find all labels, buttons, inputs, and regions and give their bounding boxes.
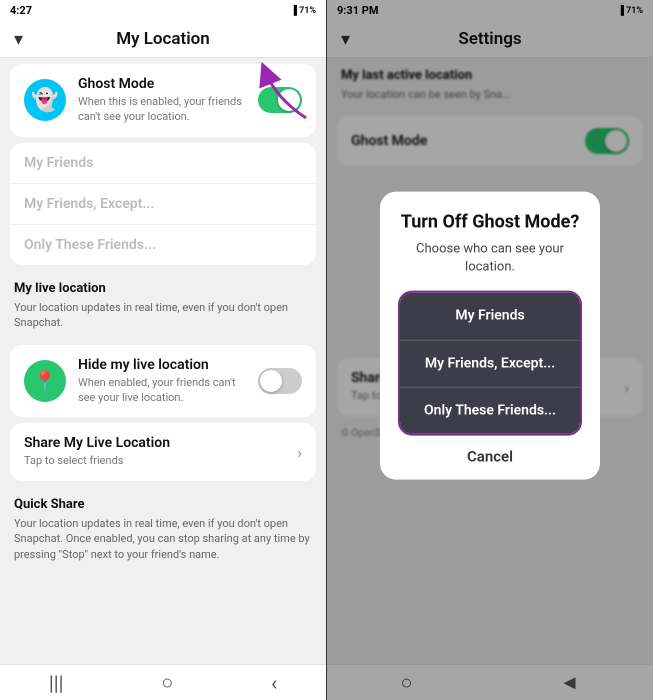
- quick-share-section: Quick Share Your location updates in rea…: [0, 487, 326, 570]
- ghost-mode-item[interactable]: 👻 Ghost Mode When this is enabled, your …: [10, 64, 316, 137]
- left-nav-bar: ▾ My Location: [0, 21, 326, 58]
- ghost-mode-modal: Turn Off Ghost Mode? Choose who can see …: [380, 192, 600, 480]
- modal-option-my-friends[interactable]: My Friends: [400, 293, 580, 340]
- left-back-icon[interactable]: ▾: [14, 29, 23, 50]
- home-nav-icon[interactable]: |||: [49, 671, 64, 695]
- friends-option-1[interactable]: My Friends: [10, 143, 316, 184]
- live-location-label: My live location: [0, 271, 326, 300]
- left-status-bar: 4:27 ▐ 71%: [0, 0, 326, 21]
- battery-icon: ▐ 71%: [290, 5, 316, 16]
- location-pin-icon: 📍: [33, 369, 58, 393]
- modal-title: Turn Off Ghost Mode?: [398, 212, 582, 233]
- share-live-card: Share My Live Location Tap to select fri…: [10, 423, 316, 480]
- left-page-title: My Location: [116, 29, 210, 49]
- friends-option-1-label: My Friends: [24, 155, 302, 171]
- share-live-text-block: Share My Live Location Tap to select fri…: [24, 435, 285, 468]
- friends-option-3-text: Only These Friends...: [24, 237, 302, 253]
- hide-live-title: Hide my live location: [78, 357, 246, 373]
- ghost-subtitle: When this is enabled, your friends can't…: [78, 94, 246, 125]
- friends-option-2[interactable]: My Friends, Except...: [10, 184, 316, 225]
- friends-option-3[interactable]: Only These Friends...: [10, 225, 316, 265]
- modal-options-list: My Friends My Friends, Except... Only Th…: [398, 291, 582, 436]
- share-live-item[interactable]: Share My Live Location Tap to select fri…: [10, 423, 316, 480]
- left-time: 4:27: [10, 4, 32, 17]
- friends-option-2-label: My Friends, Except...: [24, 196, 302, 212]
- share-live-title: Share My Live Location: [24, 435, 285, 451]
- friends-option-3-label: Only These Friends...: [24, 237, 302, 253]
- ghost-icon-wrap: 👻: [24, 79, 66, 121]
- quick-share-label: Quick Share: [0, 487, 326, 516]
- ghost-toggle[interactable]: [258, 87, 302, 113]
- hide-live-icon-wrap: 📍: [24, 360, 66, 402]
- ghost-text-block: Ghost Mode When this is enabled, your fr…: [78, 76, 246, 125]
- modal-option-my-friends-except[interactable]: My Friends, Except...: [400, 340, 580, 387]
- ghost-title: Ghost Mode: [78, 76, 246, 92]
- right-phone-panel: 9:31 PM ▐ 71% ▾ Settings My last active …: [327, 0, 653, 700]
- ghost-mode-card: 👻 Ghost Mode When this is enabled, your …: [10, 64, 316, 137]
- hide-live-text-block: Hide my live location When enabled, your…: [78, 357, 246, 406]
- hide-live-card: 📍 Hide my live location When enabled, yo…: [10, 345, 316, 418]
- live-location-sublabel: Your location updates in real time, even…: [0, 300, 326, 339]
- left-bottom-nav: ||| ○ ‹: [0, 664, 326, 700]
- hide-live-subtitle: When enabled, your friends can't see you…: [78, 375, 246, 406]
- friends-options-card: My Friends My Friends, Except... Only Th…: [10, 143, 316, 265]
- quick-share-sublabel: Your location updates in real time, even…: [0, 516, 326, 570]
- modal-option-only-these[interactable]: Only These Friends...: [400, 387, 580, 433]
- ghost-icon: 👻: [31, 88, 58, 113]
- hide-live-toggle[interactable]: [258, 368, 302, 394]
- share-live-subtitle: Tap to select friends: [24, 453, 285, 468]
- hide-live-item[interactable]: 📍 Hide my live location When enabled, yo…: [10, 345, 316, 418]
- modal-cancel-button[interactable]: Cancel: [398, 448, 582, 466]
- share-live-chevron: ›: [297, 443, 302, 462]
- live-location-section: My live location Your location updates i…: [0, 271, 326, 339]
- back-nav-icon[interactable]: ‹: [271, 671, 277, 695]
- friends-option-1-text: My Friends: [24, 155, 302, 171]
- left-phone-panel: 4:27 ▐ 71% ▾ My Location 👻 Ghost Mode Wh…: [0, 0, 327, 700]
- modal-subtitle: Choose who can see your location.: [398, 241, 582, 277]
- friends-option-2-text: My Friends, Except...: [24, 196, 302, 212]
- left-content: 👻 Ghost Mode When this is enabled, your …: [0, 58, 326, 664]
- left-status-icons: ▐ 71%: [290, 5, 316, 16]
- circle-nav-icon[interactable]: ○: [161, 670, 173, 695]
